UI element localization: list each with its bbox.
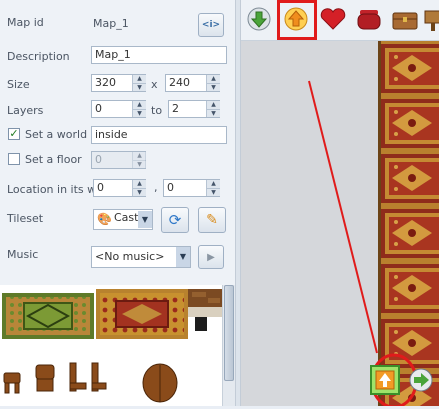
selected-tool-highlight xyxy=(277,0,317,40)
tileset-preview[interactable] xyxy=(0,285,222,406)
music-value: <No music> xyxy=(95,250,165,263)
size-label: Size xyxy=(7,78,30,91)
music-select[interactable]: <No music> ▼ xyxy=(91,246,191,268)
sign-icon xyxy=(424,10,439,31)
tileset-select[interactable]: 🎨 Cast ▼ xyxy=(93,209,153,230)
chest-icon xyxy=(392,12,418,30)
heart-icon xyxy=(320,8,346,30)
tileset-scroll-thumb[interactable] xyxy=(224,285,234,381)
chest-tool[interactable] xyxy=(389,4,421,34)
pencil-icon: ✎ xyxy=(206,212,218,228)
location-separator: , xyxy=(154,181,158,194)
refresh-icon: ⟳ xyxy=(168,211,182,229)
description-field[interactable]: Map_1 xyxy=(91,46,227,64)
heart-tool[interactable] xyxy=(317,4,349,34)
play-music-button[interactable]: ▶ xyxy=(198,245,224,269)
world-field[interactable]: inside xyxy=(91,126,227,144)
carpet-tiles xyxy=(378,41,439,406)
description-label: Description xyxy=(7,50,70,63)
location-y-spinner[interactable]: ▲ ▼ xyxy=(206,180,220,196)
size-height-spinner[interactable]: ▲ ▼ xyxy=(206,75,220,91)
tileset-label: Tileset xyxy=(7,212,44,225)
play-icon: ▶ xyxy=(207,251,215,263)
edit-tileset-button[interactable]: ✎ xyxy=(198,207,226,233)
floor-spinner: ▲ ▼ xyxy=(132,152,146,168)
edit-id-button[interactable]: <i> xyxy=(198,13,224,37)
tileset-graphics xyxy=(0,285,222,406)
layers-label: Layers xyxy=(7,104,44,117)
pot-icon xyxy=(357,10,381,30)
tileset-value: Cast xyxy=(114,211,139,224)
map-id-label: Map id xyxy=(7,16,44,29)
destination-down-tool[interactable] xyxy=(243,4,275,34)
music-label: Music xyxy=(7,248,39,261)
size-separator: x xyxy=(151,78,158,91)
sign-tool[interactable] xyxy=(423,4,439,34)
set-floor-label: Set a floor xyxy=(25,153,82,166)
location-x-spinner[interactable]: ▲ ▼ xyxy=(132,180,146,196)
refresh-tileset-button[interactable]: ⟳ xyxy=(161,207,189,233)
pot-tool[interactable] xyxy=(353,4,385,34)
set-world-label: Set a world xyxy=(25,128,88,141)
map-canvas[interactable] xyxy=(241,41,439,409)
layers-separator: to xyxy=(151,104,163,117)
layers-to-spinner[interactable]: ▲ ▼ xyxy=(206,101,220,117)
map-id-value: Map_1 xyxy=(93,17,129,30)
code-icon: <i> xyxy=(201,20,221,30)
arrow-down-green-icon xyxy=(247,7,271,31)
map-view xyxy=(241,41,439,409)
entity-toolbar xyxy=(241,0,439,41)
tileset-scrollbar[interactable] xyxy=(222,285,236,406)
size-width-spinner[interactable]: ▲ ▼ xyxy=(132,75,146,91)
layers-from-spinner[interactable]: ▲ ▼ xyxy=(132,101,146,117)
set-floor-checkbox[interactable] xyxy=(8,153,20,165)
chevron-down-icon: ▼ xyxy=(138,211,152,228)
chevron-down-icon: ▼ xyxy=(176,247,190,267)
set-world-checkbox[interactable]: ✓ xyxy=(8,128,20,140)
palette-icon: 🎨 xyxy=(97,212,112,226)
location-label: Location in its w xyxy=(7,183,97,196)
